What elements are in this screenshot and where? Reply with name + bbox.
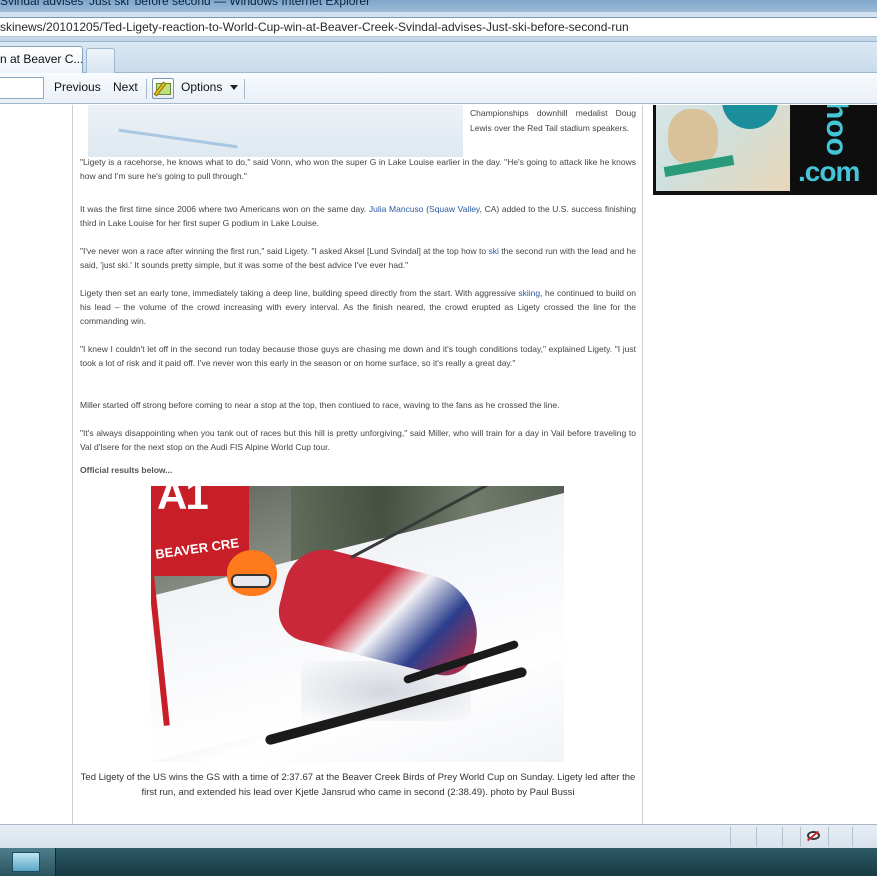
status-divider [828, 827, 829, 847]
results-heading: Official results below... [80, 465, 173, 475]
find-bar: Previous Next Options [0, 73, 877, 104]
find-previous-button[interactable]: Previous [54, 80, 101, 94]
tab-strip: n at Beaver C... [0, 42, 877, 73]
paragraph-6: Miller started off strong before coming … [80, 400, 560, 410]
status-divider [730, 827, 731, 847]
photo-helmet [227, 550, 277, 596]
image-stripe [118, 128, 238, 149]
photo-goggles [231, 574, 271, 588]
ad-cartoon-fan [722, 105, 778, 129]
ad-cartoon-face [668, 109, 718, 164]
paragraph-4-text-a: Ligety then set an early tone, immediate… [80, 288, 519, 298]
find-input[interactable] [0, 77, 44, 99]
article-photo[interactable]: A1 BEAVER CRE [151, 486, 564, 762]
paragraph-2: It was the first time since 2006 where t… [80, 202, 636, 230]
paragraph-5: "I knew I couldn't let off in the second… [80, 344, 636, 368]
column-divider-left [72, 105, 73, 824]
taskbar [0, 848, 877, 876]
tab-active[interactable]: n at Beaver C... [0, 46, 83, 73]
privacy-eye-icon[interactable] [805, 829, 823, 845]
taskbar-ie-button[interactable] [0, 848, 56, 876]
top-image-caption: Championships downhill medalist Doug Lew… [470, 108, 636, 133]
chevron-down-icon[interactable] [230, 85, 238, 90]
paragraph-2-text-a: It was the first time since 2006 where t… [80, 204, 369, 214]
sidebar-ad[interactable]: hoo .com [653, 105, 877, 195]
link-skiing[interactable]: skiing [518, 288, 540, 298]
new-tab-button[interactable] [86, 48, 115, 73]
ie-window-icon [12, 852, 40, 872]
highlight-button[interactable] [152, 78, 174, 99]
article-top-image [88, 105, 463, 157]
ad-brand-vertical: hoo [820, 105, 853, 156]
url-field[interactable]: skinews/20101205/Ted-Ligety-reaction-to-… [0, 17, 877, 37]
title-bar: Svindal advises 'Just ski' before second… [0, 0, 877, 12]
address-bar: skinews/20101205/Ted-Ligety-reaction-to-… [0, 12, 877, 42]
link-ski[interactable]: ski [489, 246, 499, 256]
ad-cartoon [656, 105, 790, 191]
options-button[interactable]: Options [181, 80, 222, 94]
status-divider [756, 827, 757, 847]
status-divider [800, 827, 801, 847]
paragraph-3: "I've never won a race after winning the… [80, 244, 636, 272]
photo-gate-logo: A1 [157, 486, 209, 516]
paragraph-7: "It's always disappointing when you tank… [80, 428, 636, 452]
find-separator [146, 79, 147, 99]
ad-brand-text: .com [798, 156, 860, 187]
paragraph-3-text-a: "I've never won a race after winning the… [80, 246, 489, 256]
status-divider [852, 827, 853, 847]
link-squaw-valley[interactable]: Squaw Valley [429, 204, 480, 214]
browser-window: Svindal advises 'Just ski' before second… [0, 0, 877, 876]
paragraph-1: "Ligety is a racehorse, he knows what to… [80, 157, 636, 181]
status-bar [0, 824, 877, 848]
column-divider-right [642, 105, 643, 824]
find-separator-2 [244, 79, 245, 99]
window-title: Svindal advises 'Just ski' before second… [0, 0, 371, 8]
photo-caption: Ted Ligety of the US wins the GS with a … [80, 772, 636, 798]
paragraph-4: Ligety then set an early tone, immediate… [80, 286, 636, 328]
page-content: Championships downhill medalist Doug Lew… [0, 105, 877, 824]
link-julia-mancuso[interactable]: Julia Mancuso [369, 204, 424, 214]
status-divider [782, 827, 783, 847]
find-next-button[interactable]: Next [113, 80, 138, 94]
